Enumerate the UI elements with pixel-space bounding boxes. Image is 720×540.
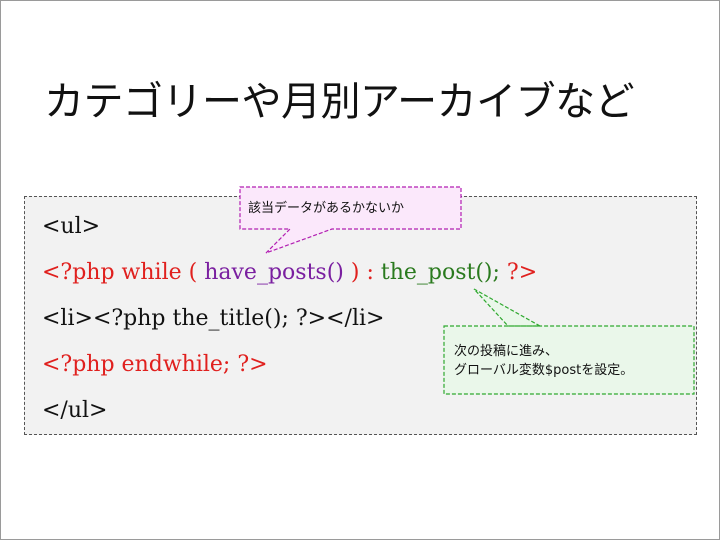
- code-have-posts: have_posts(): [204, 260, 344, 285]
- code-php-while-open: <?php while (: [42, 260, 205, 285]
- code-php-end: ?>: [499, 260, 538, 285]
- slide-title: カテゴリーや月別アーカイブなど: [44, 79, 635, 125]
- callout-the-post-text-2: グローバル変数$postを設定。: [454, 363, 634, 378]
- code-line-li: <li><?php the_title(); ?></li>: [42, 306, 385, 331]
- callout-the-post-text-1: 次の投稿に進み、: [454, 344, 559, 359]
- code-line-ul-open: <ul>: [42, 214, 101, 239]
- code-line-ul-close: </ul>: [42, 398, 108, 423]
- code-php-while-close: ) :: [343, 260, 381, 285]
- callout-have-posts-text: 該当データがあるかないか: [248, 201, 405, 216]
- code-the-post: the_post();: [380, 260, 500, 285]
- code-line-while: <?php while ( have_posts() ) : the_post(…: [42, 258, 537, 288]
- code-line-endwhile: <?php endwhile; ?>: [42, 352, 268, 377]
